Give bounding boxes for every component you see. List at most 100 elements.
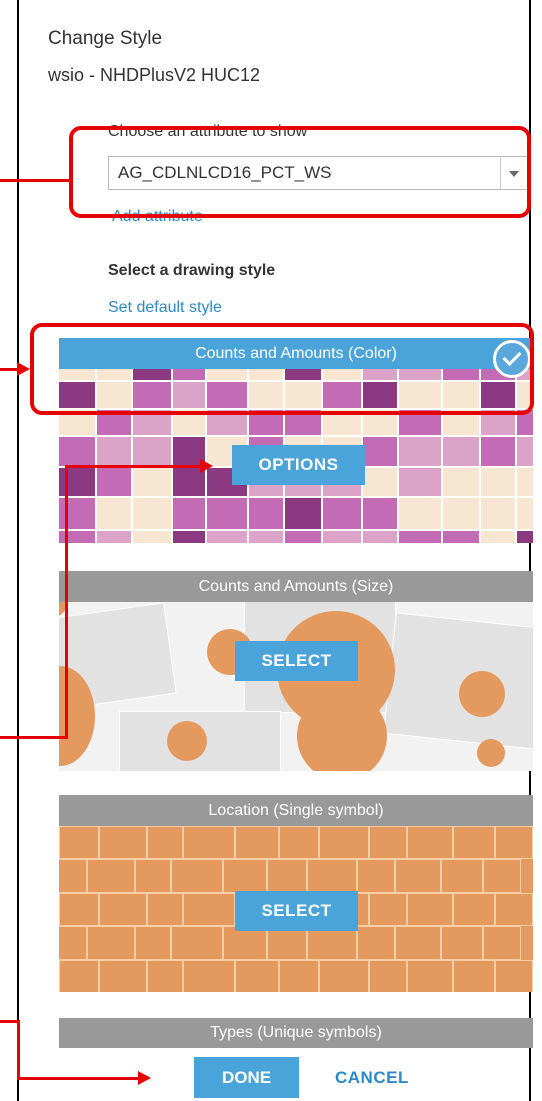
annotation-line: [17, 1077, 140, 1080]
location-cell: [495, 826, 533, 859]
choropleth-tile: [517, 498, 533, 531]
location-cell: [171, 859, 223, 893]
location-cell: [99, 826, 147, 859]
choropleth-tile: [517, 468, 533, 498]
location-cell: [369, 960, 407, 992]
choropleth-tile: [133, 437, 173, 468]
location-cell: [319, 960, 369, 992]
choropleth-tile: [363, 498, 399, 531]
location-cell: [223, 859, 267, 893]
annotation-arrow-icon: [200, 459, 213, 473]
select-button[interactable]: SELECT: [235, 641, 358, 681]
options-button[interactable]: OPTIONS: [232, 445, 365, 485]
size-symbol: [459, 671, 505, 717]
location-cell: [395, 859, 441, 893]
choropleth-tile: [97, 468, 133, 498]
annotation-line: [17, 1020, 20, 1080]
choropleth-tile: [285, 531, 323, 543]
location-cell: [135, 926, 171, 960]
choropleth-tile: [133, 498, 173, 531]
location-cell: [307, 859, 357, 893]
location-cell: [395, 926, 441, 960]
location-cell: [483, 859, 521, 893]
choropleth-tile: [173, 531, 207, 543]
location-cell: [171, 926, 223, 960]
location-cell: [307, 926, 357, 960]
select-button[interactable]: SELECT: [235, 891, 358, 931]
location-cell: [147, 826, 183, 859]
choropleth-tile: [207, 531, 249, 543]
location-cell: [99, 960, 147, 992]
location-cell: [223, 926, 267, 960]
choropleth-tile: [59, 437, 97, 468]
location-cell: [357, 859, 395, 893]
location-cell: [267, 926, 307, 960]
style-card-counts-size[interactable]: Counts and Amounts (Size) SELECT: [59, 571, 533, 771]
cancel-button[interactable]: CANCEL: [335, 1068, 409, 1088]
choropleth-tile: [207, 498, 249, 531]
size-symbol: [477, 739, 505, 767]
choropleth-tile: [481, 531, 517, 543]
location-cell: [357, 926, 395, 960]
panel-title: Change Style: [48, 28, 163, 49]
style-card-title: Types (Unique symbols): [59, 1018, 533, 1048]
choropleth-tile: [97, 498, 133, 531]
style-card-types[interactable]: Types (Unique symbols): [59, 1018, 533, 1048]
choropleth-tile: [363, 437, 399, 468]
map-region: [383, 612, 533, 752]
choropleth-tile: [249, 498, 285, 531]
style-card-location[interactable]: Location (Single symbol) SELECT: [59, 795, 533, 992]
location-cell: [147, 893, 183, 926]
location-cell: [183, 893, 235, 926]
location-cell: [183, 826, 235, 859]
choropleth-tile: [97, 531, 133, 543]
choropleth-tile: [363, 531, 399, 543]
location-cell: [267, 859, 307, 893]
highlight-selected-style-box: [30, 323, 534, 415]
choropleth-tile: [323, 531, 363, 543]
location-cell: [59, 826, 99, 859]
done-button[interactable]: DONE: [194, 1057, 299, 1098]
location-cell: [453, 893, 495, 926]
location-cell: [59, 960, 99, 992]
choropleth-tile: [173, 498, 207, 531]
layer-name: wsio - NHDPlusV2 HUC12: [48, 65, 261, 85]
choropleth-tile: [481, 437, 517, 468]
style-card-title: Counts and Amounts (Size): [59, 571, 533, 602]
location-cell: [279, 960, 319, 992]
choropleth-tile: [285, 498, 323, 531]
style-card-title: Location (Single symbol): [59, 795, 533, 826]
choropleth-tile: [443, 468, 481, 498]
location-cell: [495, 960, 533, 992]
set-default-style-link[interactable]: Set default style: [108, 299, 222, 317]
location-cell: [147, 960, 183, 992]
size-symbol: [167, 721, 207, 761]
annotation-line: [0, 736, 68, 739]
annotation-arrow-icon: [17, 362, 30, 376]
location-cell: [183, 960, 235, 992]
location-cell: [235, 960, 279, 992]
choropleth-tile: [399, 468, 443, 498]
choropleth-tile: [399, 531, 443, 543]
choropleth-tile: [517, 531, 533, 543]
drawing-style-label: Select a drawing style: [108, 262, 276, 279]
choropleth-tile: [481, 468, 517, 498]
annotation-line: [65, 465, 202, 468]
location-cell: [59, 893, 99, 926]
location-cell: [87, 859, 135, 893]
choropleth-tile: [133, 468, 173, 498]
location-cell: [99, 893, 147, 926]
choropleth-tile: [481, 498, 517, 531]
location-cell: [369, 893, 407, 926]
choropleth-tile: [517, 437, 533, 468]
size-symbol: [297, 691, 387, 771]
location-cell: [319, 826, 369, 859]
location-cell: [235, 826, 279, 859]
choropleth-tile: [443, 531, 481, 543]
choropleth-tile: [443, 437, 481, 468]
location-cell: [441, 926, 483, 960]
location-cell: [87, 926, 135, 960]
location-cell: [59, 859, 87, 893]
location-cell: [453, 960, 495, 992]
location-cell: [59, 926, 87, 960]
